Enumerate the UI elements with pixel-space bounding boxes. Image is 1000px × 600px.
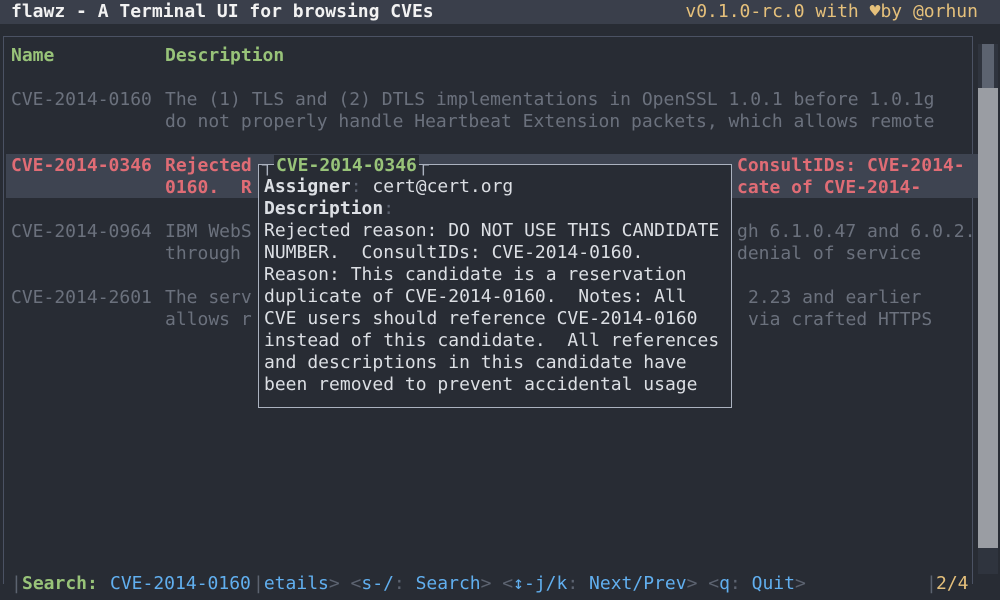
bracket: : — [729, 573, 752, 594]
description-label-line: Description: — [264, 198, 734, 220]
search-input[interactable]: CVE-2014-0160 — [110, 573, 251, 595]
description-text-line: Rejected reason: DO NOT USE THIS CANDIDA… — [264, 220, 720, 241]
separator: | — [253, 573, 264, 594]
cve-id: CVE-2014-0160 — [11, 89, 152, 110]
popup-title: CVE-2014-0346 — [274, 155, 419, 177]
description-text-line: Reason: This candidate is a reservation — [264, 264, 687, 285]
quit-action[interactable]: Quit — [752, 573, 795, 594]
author-text: by @orhun — [880, 1, 978, 22]
cve-id: CVE-2014-0964 — [11, 221, 152, 242]
version-info: v0.1.0-rc.0 with ♥by @orhun — [685, 1, 978, 23]
search-key[interactable]: s-/ — [361, 573, 394, 594]
description-label: Description — [264, 198, 384, 219]
cve-description-line: cate of CVE-2014- — [737, 177, 922, 198]
description-text-line: NUMBER. ConsultIDs: CVE-2014-0160. — [264, 242, 644, 263]
quit-key[interactable]: q — [719, 573, 730, 594]
description-text-line: instead of this candidate. All reference… — [264, 330, 720, 351]
label-colon: : — [350, 176, 373, 197]
cve-description-line: The (1) TLS and (2) DTLS implementations… — [165, 89, 935, 110]
search-label: Search: — [22, 573, 98, 594]
nav-action[interactable]: Next/Prev — [589, 573, 687, 594]
heart-icon: ♥ — [869, 1, 881, 22]
cve-description-line: via crafted HTTPS — [748, 309, 933, 330]
description-text-line: CVE users should reference CVE-2014-0160 — [264, 308, 698, 329]
details-fragment[interactable]: etails — [264, 573, 329, 594]
description-text-line: duplicate of CVE-2014-0160. Notes: All — [264, 286, 687, 307]
label-colon: : — [383, 198, 395, 219]
cve-description-line: Rejected — [165, 155, 263, 176]
popup-title-bracket-left: ┐ — [262, 155, 273, 176]
cve-description-line: 2.23 and earlier — [748, 287, 922, 308]
nav-key[interactable]: ↕-j/k — [513, 573, 567, 594]
cve-description-line: gh 6.1.0.47 and 6.0.2. — [737, 221, 976, 242]
cve-description-line: The serv — [165, 287, 252, 308]
scrollbar-thumb[interactable] — [978, 88, 998, 548]
cve-id: CVE-2014-0346 — [11, 155, 152, 176]
cve-description-line: ConsultIDs: CVE-2014- — [737, 155, 965, 176]
popup-body: Assigner: cert@cert.org Description: Rej… — [264, 176, 734, 396]
cve-description-line: do not properly handle Heartbeat Extensi… — [165, 111, 935, 132]
assigner-line: Assigner: cert@cert.org — [264, 176, 734, 198]
bracket: > < — [686, 573, 720, 594]
bracket: > < — [328, 573, 362, 594]
column-header-name[interactable]: Name — [11, 45, 54, 67]
description-text-line: and descriptions in this candidate have — [264, 352, 687, 373]
cve-description-line: denial of service — [737, 243, 922, 264]
cve-description-line: allows r — [165, 309, 252, 330]
assigner-label: Assigner — [264, 176, 351, 197]
bracket: : — [393, 573, 416, 594]
cve-description-line: 0160. R — [165, 177, 252, 198]
assigner-value: cert@cert.org — [372, 176, 514, 197]
bottom-left-corner: | — [11, 573, 22, 594]
scrollbar-up-arrow[interactable] — [982, 44, 994, 88]
app-title: flawz - A Terminal UI for browsing CVEs — [11, 1, 434, 22]
bracket: > < — [480, 573, 514, 594]
cve-description-line: IBM WebS — [165, 221, 252, 242]
page-indicator: 2/4 — [936, 573, 969, 594]
popup-title-bracket-right: ┌ — [418, 155, 429, 176]
search-action[interactable]: Search — [416, 573, 481, 594]
cve-description-line: through — [165, 243, 252, 264]
version-text: v0.1.0-rc.0 with — [685, 1, 870, 22]
cve-id: CVE-2014-2601 — [11, 287, 152, 308]
bracket: : — [567, 573, 590, 594]
bracket: > — [794, 573, 806, 594]
keybindings: |etails> <s-/: Search> <↕-j/k: Next/Prev… — [253, 573, 806, 595]
description-text-line: been removed to prevent accidental usage — [264, 374, 698, 395]
column-header-description[interactable]: Description — [165, 45, 284, 67]
